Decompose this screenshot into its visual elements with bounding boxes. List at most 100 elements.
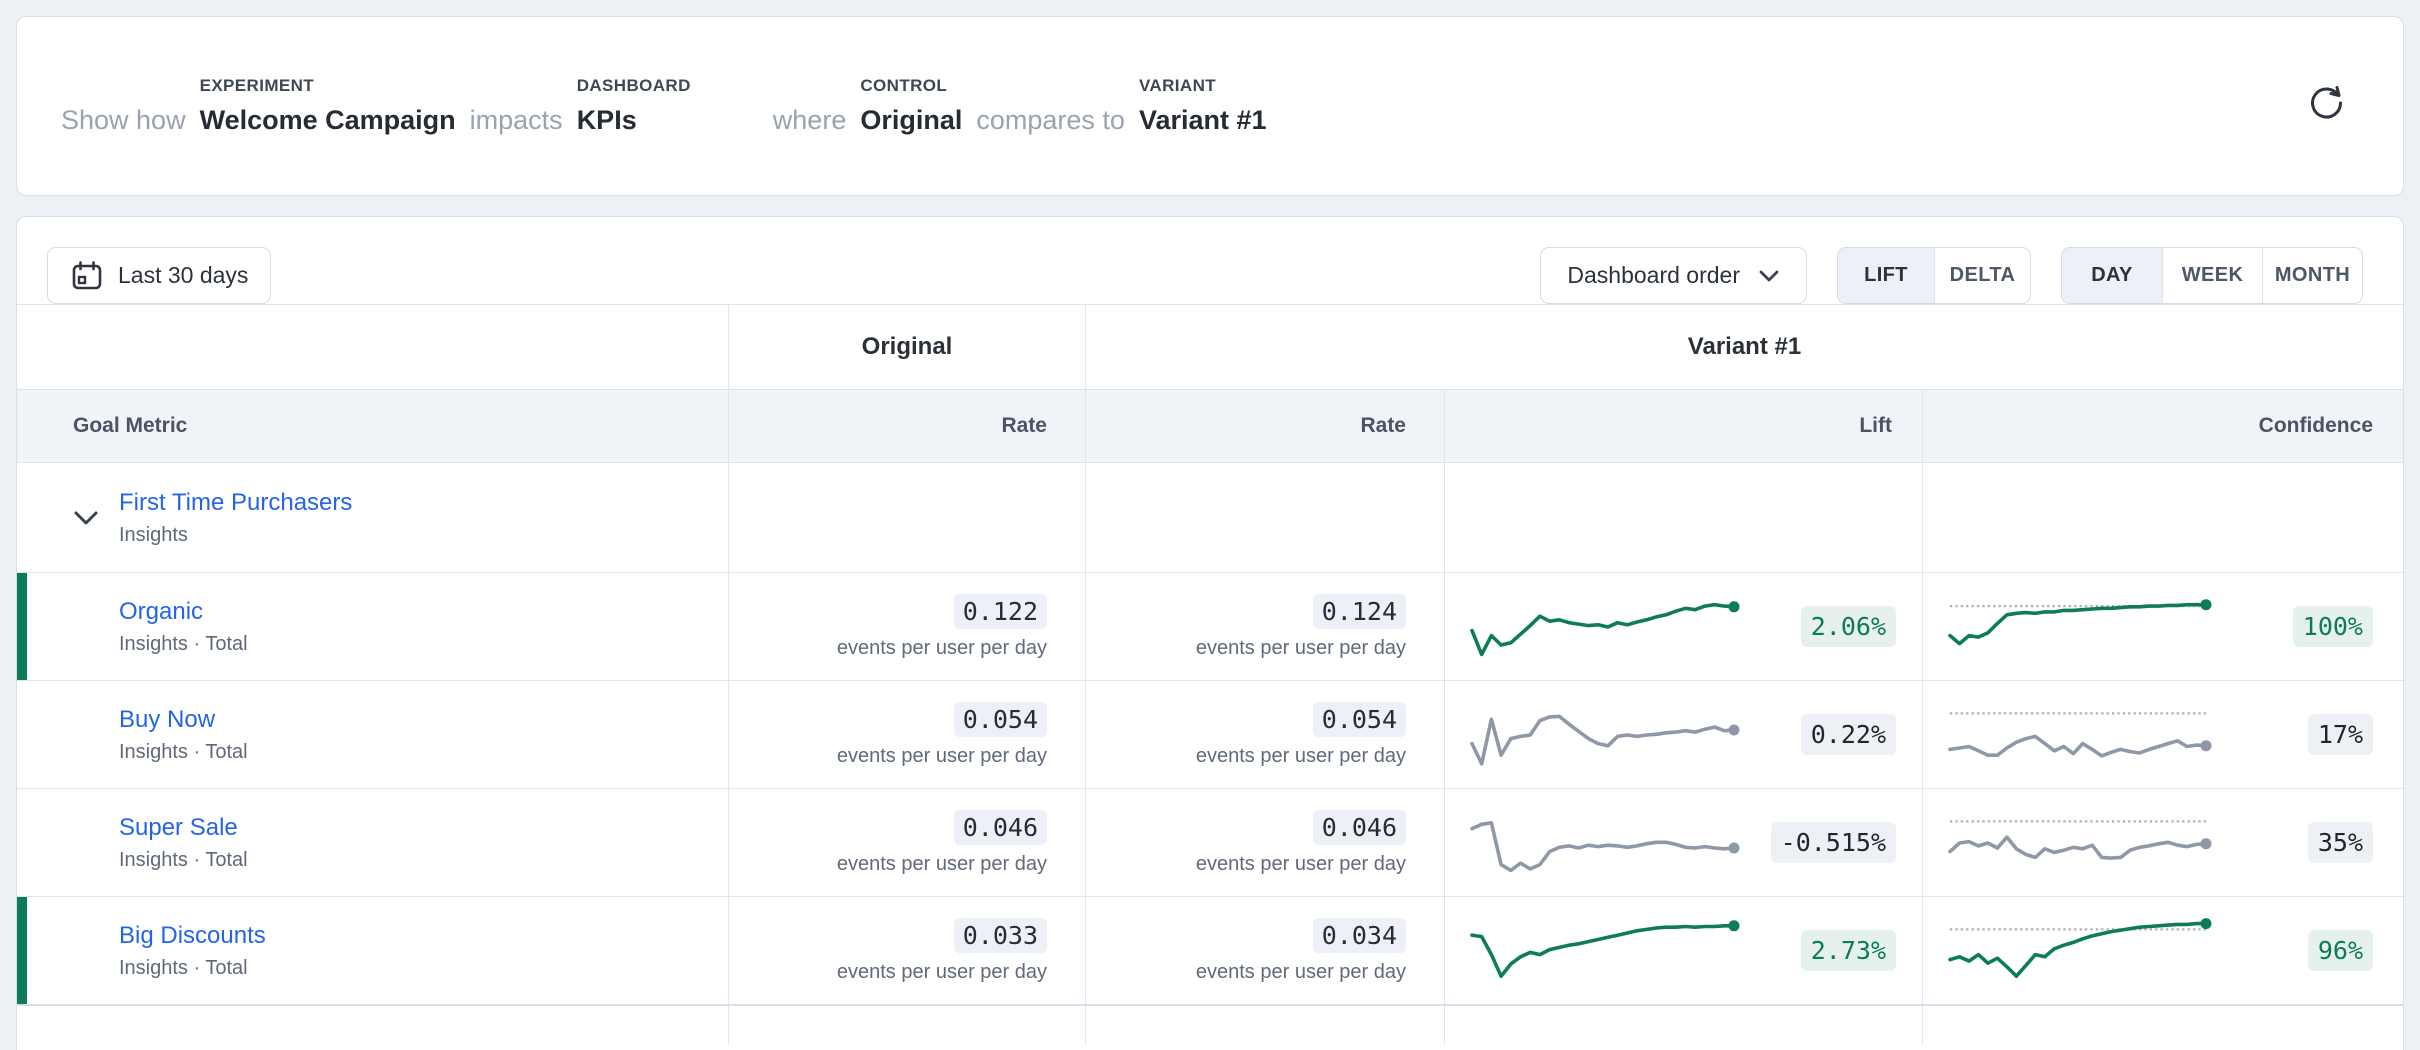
dashboard-order-dropdown[interactable]: Dashboard order [1540, 247, 1807, 304]
mode-toggle-delta[interactable]: DELTA [1934, 248, 2030, 303]
metric-link[interactable]: Buy Now [119, 706, 248, 734]
confidence-column-header: Confidence [1922, 390, 2403, 462]
empty-cell [1922, 1006, 2403, 1044]
metric-subtitle: Insights · Total [119, 957, 266, 980]
metric-name-cell: Super Sale Insights · Total [17, 789, 728, 896]
dashboard-eyebrow-label: DASHBOARD [577, 76, 691, 96]
granularity-day[interactable]: DAY [2062, 248, 2162, 303]
refresh-button[interactable] [2301, 77, 2353, 129]
date-range-button[interactable]: Last 30 days [47, 247, 271, 304]
metric-name-cell: Buy Now Insights · Total [17, 681, 728, 788]
mode-toggle-lift[interactable]: LIFT [1838, 248, 1934, 303]
results-table: Original Variant #1 Goal Metric Rate Rat… [17, 304, 2403, 1044]
variant-rate-cell: 0.034 events per user per day [1085, 897, 1444, 1004]
control-rate-cell: 0.046 events per user per day [728, 789, 1085, 896]
confidence-cell: 35% [1922, 789, 2403, 896]
confidence-value-badge: 96% [2308, 930, 2373, 971]
experiment-name[interactable]: Welcome Campaign [200, 105, 456, 136]
calendar-icon [70, 259, 104, 293]
phrase-show-how: Show how [61, 105, 186, 136]
table-row: Big Discounts Insights · Total 0.033 eve… [17, 896, 2403, 1004]
variant-rate-cell: 0.046 events per user per day [1085, 789, 1444, 896]
dashboard-picker[interactable]: DASHBOARD KPIs [577, 76, 691, 136]
significance-bar [17, 573, 27, 680]
control-rate-value: 0.046 [954, 810, 1047, 845]
collapse-chevron-icon[interactable] [69, 501, 103, 535]
metric-group-subtitle: Insights [119, 524, 352, 547]
variant-rate-value: 0.124 [1313, 594, 1406, 629]
lift-sparkline [1469, 693, 1745, 777]
results-card: Last 30 days Dashboard order LIFT DELTA … [16, 216, 2404, 1050]
control-rate-value: 0.033 [954, 918, 1047, 953]
variant-column-header: Variant #1 [1085, 305, 2403, 389]
empty-cell [1444, 463, 1922, 572]
control-picker[interactable]: CONTROL Original [860, 76, 962, 136]
lift-cell: 0.22% [1444, 681, 1922, 788]
rate-unit: events per user per day [837, 961, 1047, 984]
variant-rate-column-header: Rate [1085, 390, 1444, 462]
lift-value-badge: 2.06% [1801, 606, 1896, 647]
rate-unit: events per user per day [1196, 853, 1406, 876]
lift-sparkline [1469, 585, 1745, 669]
variant-rate-value: 0.054 [1313, 702, 1406, 737]
variant-name[interactable]: Variant #1 [1139, 105, 1267, 136]
confidence-sparkline [1947, 909, 2217, 993]
confidence-cell: 96% [1922, 897, 2403, 1004]
significance-bar [17, 681, 27, 788]
experiment-picker[interactable]: EXPERIMENT Welcome Campaign [200, 76, 456, 136]
confidence-value-badge: 100% [2293, 606, 2373, 647]
experiment-phrase: Show how EXPERIMENT Welcome Campaign imp… [61, 17, 1267, 195]
phrase-where: where [773, 105, 847, 136]
control-rate-cell: 0.054 events per user per day [728, 681, 1085, 788]
granularity-toggle: DAY WEEK MONTH [2061, 247, 2363, 304]
confidence-cell: 100% [1922, 573, 2403, 680]
control-rate-cell: 0.033 events per user per day [728, 897, 1085, 1004]
confidence-value-badge: 35% [2308, 822, 2373, 863]
phrase-text: where [773, 105, 847, 136]
metric-subtitle: Insights · Total [119, 741, 248, 764]
empty-cell [728, 463, 1085, 572]
refresh-icon [2307, 83, 2347, 123]
control-eyebrow-label: CONTROL [860, 76, 947, 96]
empty-cell [728, 1006, 1085, 1044]
dashboard-name[interactable]: KPIs [577, 105, 637, 136]
control-name[interactable]: Original [860, 105, 962, 136]
table-row-partial [17, 1004, 2403, 1044]
lift-cell: 2.73% [1444, 897, 1922, 1004]
variant-rate-value: 0.034 [1313, 918, 1406, 953]
granularity-week[interactable]: WEEK [2162, 248, 2262, 303]
control-rate-column-header: Rate [728, 390, 1085, 462]
control-rate-cell: 0.122 events per user per day [728, 573, 1085, 680]
metric-group-link[interactable]: First Time Purchasers [119, 489, 352, 517]
granularity-month[interactable]: MONTH [2262, 248, 2362, 303]
significance-bar [17, 897, 27, 1004]
results-toolbar: Last 30 days Dashboard order LIFT DELTA … [17, 217, 2403, 304]
variant-picker[interactable]: VARIANT Variant #1 [1139, 76, 1267, 136]
table-row: Buy Now Insights · Total 0.054 events pe… [17, 680, 2403, 788]
metric-group-row: First Time Purchasers Insights [17, 462, 2403, 572]
metric-link[interactable]: Organic [119, 598, 248, 626]
experiment-summary-card: Show how EXPERIMENT Welcome Campaign imp… [16, 16, 2404, 196]
variant-rate-value: 0.046 [1313, 810, 1406, 845]
lift-sparkline [1469, 801, 1745, 885]
column-header-row: Goal Metric Rate Rate Lift Confidence [17, 389, 2403, 462]
chevron-down-icon [1758, 269, 1780, 283]
lift-column-header: Lift [1444, 390, 1922, 462]
rate-unit: events per user per day [837, 745, 1047, 768]
group-header-spacer [17, 305, 728, 389]
lift-value-badge: 0.22% [1801, 714, 1896, 755]
metric-link[interactable]: Super Sale [119, 814, 248, 842]
empty-cell [1085, 1006, 1444, 1044]
empty-cell [17, 1006, 728, 1044]
control-rate-value: 0.054 [954, 702, 1047, 737]
rate-unit: events per user per day [837, 637, 1047, 660]
dashboard-order-label: Dashboard order [1567, 262, 1740, 289]
rate-unit: events per user per day [1196, 961, 1406, 984]
metric-link[interactable]: Big Discounts [119, 922, 266, 950]
metric-subtitle: Insights · Total [119, 633, 248, 656]
lift-value-badge: -0.515% [1771, 822, 1896, 863]
metric-name-cell: Big Discounts Insights · Total [17, 897, 728, 1004]
empty-cell [1922, 463, 2403, 572]
variant-eyebrow-label: VARIANT [1139, 76, 1216, 96]
metric-group-name-cell: First Time Purchasers Insights [17, 463, 728, 572]
